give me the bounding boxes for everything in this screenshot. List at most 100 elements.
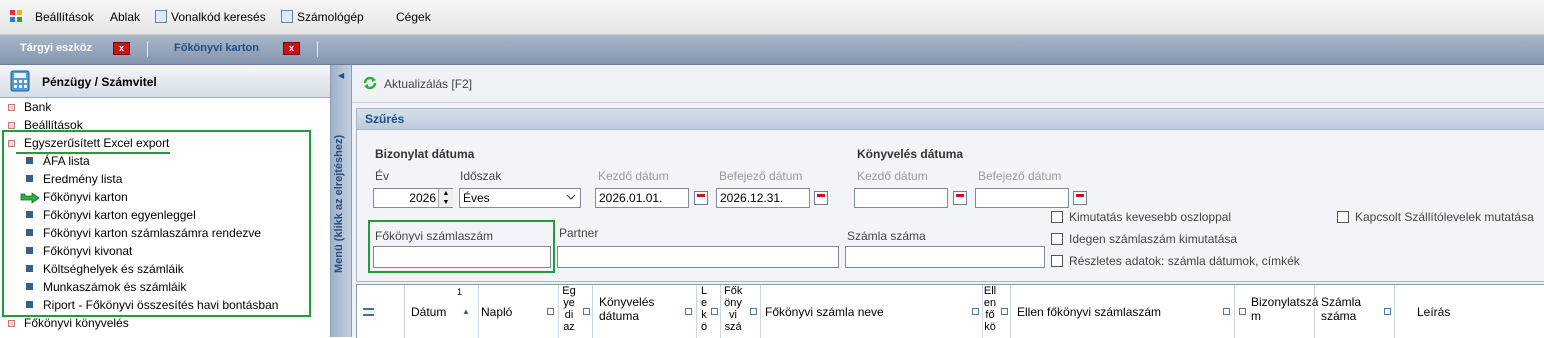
column-egyedi-part: ye [563,297,575,309]
column-egyedi-part: di [564,309,574,321]
column-ellen-label: Ell en fő kö [983,285,997,333]
column-fokonyvi-label: Fők öny vi szá [724,285,742,333]
column-fokonyvi-part: Fők [724,285,743,297]
tree-item-label: Bank [24,100,52,114]
left-panel-title: Pénzügy / Számvitel [42,75,157,89]
checkbox-linked-delivery[interactable] [1337,211,1349,223]
column-filter-icon[interactable] [547,308,554,315]
year-spinner[interactable]: ▲ ▼ [438,189,453,207]
column-header-datum[interactable]: 1 Dátum ▲ [405,285,479,338]
column-filter-icon[interactable] [750,308,757,315]
tab-targyi-eszkoz[interactable]: Tárgyi eszköz [20,42,92,54]
column-ellen-part: en [983,297,997,309]
menu-cegek[interactable]: Cégek [396,10,431,24]
column-egyedi-part: Eg [562,285,576,297]
menu-beallitasok[interactable]: Beállítások [35,10,94,24]
refresh-icon [362,75,378,91]
column-header-lekot[interactable]: L e k ö [697,285,721,338]
tab-fokonyvi-karton[interactable]: Főkönyvi karton [174,42,259,54]
invoice-number-input[interactable] [845,246,1045,268]
tree-item-bank[interactable]: Bank [0,98,330,116]
menu-collapse-strip[interactable]: ◀ Menü (klikk az elrejtéshez) [331,65,352,337]
column-filter-icon[interactable] [972,308,979,315]
highlight-box-account [368,220,555,273]
filter-title: Szűrés [365,112,405,126]
column-header-konyveles-datuma[interactable]: Könyvelés dátuma [593,285,697,338]
end-date-value: 2026.12.31. [720,191,784,205]
start-date-input[interactable]: 2026.01.01. [595,188,689,208]
end-date-input[interactable]: 2026.12.31. [716,188,810,208]
collapse-arrow-icon: ◀ [338,71,345,80]
book-end-input[interactable] [975,188,1069,208]
sort-index: 1 [457,287,463,297]
tab-bar: Tárgyi eszköz x Főkönyvi karton x [0,35,1544,65]
period-value: Éves [463,191,490,205]
filter-header[interactable]: Szűrés [357,109,1544,130]
column-konyveles-datuma-line1: Könyvelés [599,295,655,309]
invoice-number-label: Számla száma [847,229,926,243]
chevron-down-icon [566,191,576,201]
menu-ablak[interactable]: Ablak [110,10,140,24]
refresh-button[interactable]: Aktualizálás [F2] [362,75,492,93]
checkbox-fewer-columns[interactable] [1051,211,1063,223]
tab-fokonyvi-karton-close-icon[interactable]: x [283,42,300,55]
menu-szamologep[interactable]: Számológép [281,10,364,24]
column-ellen-part: kö [984,321,996,333]
column-lekot-part: ö [700,321,708,333]
checkbox-detailed-data[interactable] [1051,255,1063,267]
calendar-icon[interactable] [953,191,967,205]
column-fokonyvi-part: öny [724,297,742,309]
column-header-fokonyvi-neve[interactable]: Főkönyvi számla neve [761,285,983,338]
column-ellen-szamlaszam-label: Ellen főkönyvi számlaszám [1017,305,1162,319]
book-date-heading: Könyvelés dátuma [857,147,964,161]
column-szamla-szama-line2: száma [1321,309,1357,323]
calendar-icon[interactable] [694,191,708,205]
column-header-leiras[interactable]: Leírás [1395,285,1544,338]
column-leiras-label: Leírás [1417,305,1451,319]
partner-input[interactable] [557,246,839,268]
grid-menu-column[interactable] [357,285,405,338]
column-egyedi-part: az [563,321,575,333]
calculator-icon [10,70,30,92]
column-header-fokonyvi[interactable]: Fők öny vi szá [721,285,761,338]
folder-icon [8,104,15,111]
tab-targyi-eszkoz-close-icon[interactable]: x [113,42,130,55]
checkbox-linked-delivery-label: Kapcsolt Szállítólevelek mutatása [1355,210,1534,224]
column-lekot-label: L e k ö [697,285,711,333]
column-fokonyvi-part: vi [729,309,737,321]
column-filter-icon[interactable] [1239,308,1246,315]
checkbox-foreign-account[interactable] [1051,233,1063,245]
column-header-bizonylatszam[interactable]: Bizonylatszá m [1235,285,1319,338]
period-select[interactable]: Éves [459,188,581,208]
column-szamla-szama-line1: Számla [1321,295,1362,309]
column-header-naplo[interactable]: Napló [479,285,559,338]
app-menu-icon[interactable] [9,9,23,23]
column-header-egyedi[interactable]: Eg ye di az [559,285,593,338]
column-filter-icon[interactable] [1223,308,1230,315]
year-value: 2026 [409,191,436,205]
barcode-icon [155,10,167,23]
menu-vonalkod-label: Vonalkód keresés [171,10,266,24]
ledger-grid: 1 Dátum ▲ Napló Eg ye di az Könyvelés dá… [356,284,1544,338]
column-header-ellen-szamlaszam[interactable]: Ellen főkönyvi számlaszám [1011,285,1235,338]
tab-separator [317,41,318,57]
column-filter-icon[interactable] [1384,308,1391,315]
menu-szamologep-label: Számológép [297,10,364,24]
book-start-input[interactable] [854,188,948,208]
book-start-label: Kezdő dátum [857,169,928,183]
sort-asc-icon: ▲ [462,307,470,316]
column-filter-icon[interactable] [685,308,692,315]
filter-panel: Szűrés Bizonylat dátuma Könyvelés dátuma… [356,108,1544,282]
column-header-szamla-szama[interactable]: Számla száma [1315,285,1395,338]
column-fokonyvi-neve-label: Főkönyvi számla neve [765,305,884,319]
calendar-icon[interactable] [814,191,828,205]
column-filter-icon[interactable] [1001,308,1008,315]
column-filter-icon[interactable] [711,308,718,315]
left-menu-panel: Pénzügy / Számvitel Bank Beállítások Egy… [0,65,331,337]
menu-vonalkod[interactable]: Vonalkód keresés [155,10,266,24]
column-header-ellen[interactable]: Ell en fő kö [983,285,1011,338]
column-filter-icon[interactable] [583,308,590,315]
column-bizonylatszam-line1: Bizonylatszá [1251,295,1319,309]
calendar-icon[interactable] [1073,191,1087,205]
year-label: Év [375,169,390,183]
